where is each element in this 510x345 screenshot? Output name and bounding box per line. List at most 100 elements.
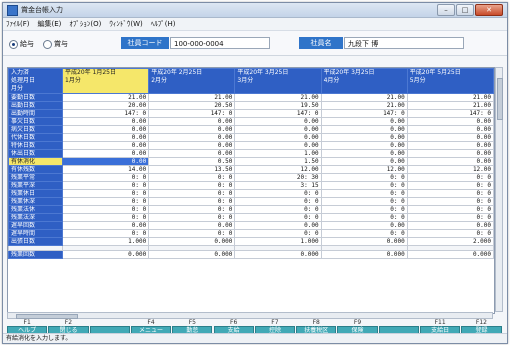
data-cell[interactable]: 0.00 xyxy=(61,221,150,230)
data-cell[interactable]: 21.00 xyxy=(234,93,322,102)
data-cell[interactable]: 0: 0 xyxy=(320,181,408,190)
data-cell[interactable]: 21.00 xyxy=(61,93,150,102)
data-cell[interactable]: 19.50 xyxy=(234,101,322,110)
data-cell[interactable]: 0.00 xyxy=(320,141,408,150)
data-cell[interactable]: 21.00 xyxy=(320,93,408,102)
month-header[interactable]: 平成20年 5月25日 5月分 xyxy=(406,68,494,94)
data-cell[interactable]: 20: 30 xyxy=(234,173,322,182)
month-header[interactable]: 平成20年 3月25日 3月分 xyxy=(234,68,322,94)
data-cell[interactable]: 0: 0 xyxy=(148,197,236,206)
vertical-scrollbar[interactable] xyxy=(495,67,503,312)
data-cell[interactable]: 0.00 xyxy=(234,117,322,126)
data-cell[interactable]: 3: 15 xyxy=(234,181,322,190)
data-cell[interactable]: 0: 0 xyxy=(320,213,408,222)
fkey-f1[interactable]: F1 ヘルプ xyxy=(7,320,48,334)
data-cell[interactable]: 0.00 xyxy=(234,125,322,134)
data-cell[interactable]: 21.00 xyxy=(320,101,408,110)
emp-name-field[interactable]: 九段下 博 xyxy=(344,37,464,49)
data-cell[interactable]: 0.00 xyxy=(406,141,494,150)
data-cell[interactable]: 1.000 xyxy=(234,237,322,246)
data-cell[interactable]: 0: 0 xyxy=(234,205,322,214)
data-cell[interactable]: 20.50 xyxy=(148,101,236,110)
data-cell[interactable]: 0.00 xyxy=(234,221,322,230)
data-cell[interactable]: 0: 0 xyxy=(148,173,236,182)
data-cell[interactable]: 0: 0 xyxy=(61,173,150,182)
data-cell[interactable]: 0.00 xyxy=(406,125,494,134)
data-cell[interactable]: 1.000 xyxy=(61,237,150,246)
data-cell[interactable]: 0: 0 xyxy=(406,229,494,238)
data-cell[interactable]: 0.00 xyxy=(406,117,494,126)
fkey-f5[interactable]: F5 勤怠 xyxy=(172,320,213,334)
data-cell[interactable]: 147: 0 xyxy=(61,109,150,118)
data-cell[interactable]: 147: 0 xyxy=(148,109,236,118)
month-header[interactable]: 平成20年 1月25日 1月分 xyxy=(61,68,150,94)
radio-salary[interactable]: 給与 xyxy=(9,39,34,49)
data-cell[interactable]: 0: 0 xyxy=(61,229,150,238)
data-cell[interactable]: 0.50 xyxy=(148,157,236,166)
data-cell[interactable]: 147: 0 xyxy=(234,109,322,118)
data-cell[interactable]: 0.00 xyxy=(320,221,408,230)
fkey-f12[interactable]: F12 登録 xyxy=(461,320,502,334)
data-cell[interactable]: 14.00 xyxy=(61,165,150,174)
data-cell[interactable]: 1.50 xyxy=(234,157,322,166)
data-cell[interactable]: 0: 0 xyxy=(148,213,236,222)
data-cell[interactable]: 0: 0 xyxy=(406,189,494,198)
data-cell[interactable]: 12.00 xyxy=(320,165,408,174)
data-cell[interactable]: 21.00 xyxy=(148,93,236,102)
data-cell[interactable]: 0.000 xyxy=(148,250,236,259)
data-cell[interactable]: 0: 0 xyxy=(406,197,494,206)
data-cell[interactable]: 0: 0 xyxy=(406,205,494,214)
data-cell[interactable]: 13.50 xyxy=(148,165,236,174)
data-cell[interactable]: 0.00 xyxy=(406,221,494,230)
menu-edit[interactable]: 編集(E) xyxy=(38,19,62,29)
data-cell[interactable]: 20.00 xyxy=(61,101,150,110)
data-cell[interactable]: 0.00 xyxy=(61,117,150,126)
data-cell[interactable]: 0: 0 xyxy=(61,205,150,214)
data-cell[interactable]: 0: 0 xyxy=(148,181,236,190)
fkey-f11[interactable]: F11 支給日 xyxy=(420,320,461,334)
data-cell[interactable]: 0: 0 xyxy=(234,213,322,222)
data-cell[interactable]: 0.00 xyxy=(61,125,150,134)
menu-file[interactable]: ﾌｧｲﾙ(F) xyxy=(6,19,30,29)
menu-help[interactable]: ﾍﾙﾌﾟ(H) xyxy=(151,19,176,29)
close-button[interactable]: ✕ xyxy=(475,4,503,16)
data-cell[interactable]: 0.00 xyxy=(234,141,322,150)
data-cell[interactable]: 1.00 xyxy=(234,149,322,158)
data-cell[interactable]: 0: 0 xyxy=(320,229,408,238)
data-cell[interactable]: 0.000 xyxy=(320,250,408,259)
fkey-f4[interactable]: F4 メニュー xyxy=(130,320,172,334)
data-cell[interactable]: 147: 0 xyxy=(320,109,408,118)
data-cell[interactable]: 0: 0 xyxy=(234,197,322,206)
data-cell[interactable]: 0: 0 xyxy=(320,189,408,198)
fkey-blank[interactable] xyxy=(378,320,419,334)
data-cell[interactable]: 0.00 xyxy=(61,141,150,150)
data-cell[interactable]: 0: 0 xyxy=(234,229,322,238)
fkey-f2[interactable]: F2 閉じる xyxy=(48,320,89,334)
menu-window[interactable]: ｳｨﾝﾄﾞｳ(W) xyxy=(109,19,142,29)
data-cell[interactable]: 0: 0 xyxy=(406,213,494,222)
data-cell[interactable]: 0.00 xyxy=(234,133,322,142)
radio-bonus[interactable]: 賞与 xyxy=(43,39,68,49)
data-cell[interactable]: 0.00 xyxy=(320,133,408,142)
fkey-f8[interactable]: F8 扶養税区 xyxy=(296,320,337,334)
data-cell[interactable]: 21.00 xyxy=(406,101,494,110)
data-cell[interactable]: 0.00 xyxy=(320,157,408,166)
data-cell[interactable]: 0: 0 xyxy=(406,173,494,182)
data-cell[interactable]: 0.00 xyxy=(148,149,236,158)
minimize-button[interactable]: – xyxy=(437,4,455,16)
data-cell[interactable]: 0.00 xyxy=(320,117,408,126)
data-cell[interactable]: 0: 0 xyxy=(234,189,322,198)
data-cell[interactable]: 0.000 xyxy=(320,237,408,246)
data-cell[interactable]: 0.000 xyxy=(406,250,494,259)
data-cell[interactable]: 0.00 xyxy=(61,133,150,142)
data-cell[interactable]: 0.00 xyxy=(320,149,408,158)
data-cell[interactable]: 0: 0 xyxy=(148,205,236,214)
horizontal-scrollbar[interactable] xyxy=(7,312,493,319)
data-cell[interactable]: 0: 0 xyxy=(148,189,236,198)
month-header[interactable]: 平成20年 3月25日 4月分 xyxy=(320,68,408,94)
data-cell[interactable]: 0.00 xyxy=(148,141,236,150)
emp-code-field[interactable]: 100-000-0004 xyxy=(170,37,270,49)
data-cell[interactable]: 2.000 xyxy=(406,237,494,246)
fkey-f7[interactable]: F7 控除 xyxy=(254,320,296,334)
data-cell[interactable]: 12.00 xyxy=(234,165,322,174)
